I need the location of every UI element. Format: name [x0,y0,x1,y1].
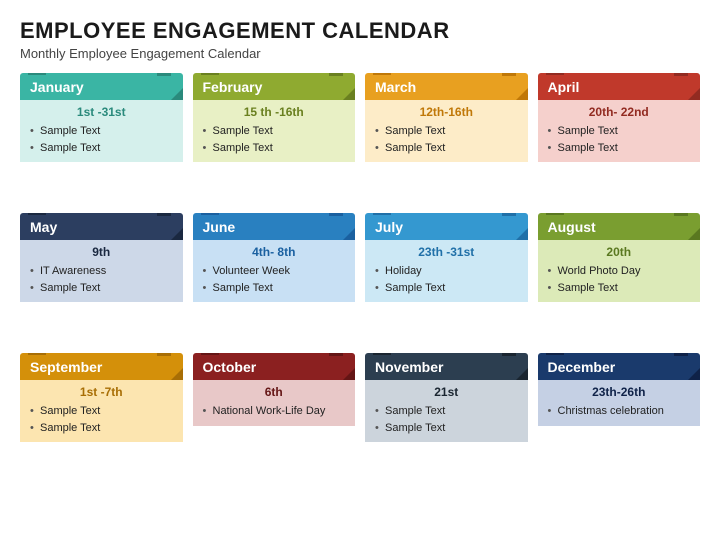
date-range-dec: 23th-26th [546,385,693,399]
month-name-jan: January [30,79,84,95]
list-item: Sample Text [373,280,520,297]
date-range-oct: 6th [201,385,348,399]
list-item: Sample Text [373,140,520,157]
list-item: Volunteer Week [201,263,348,280]
items-sep: Sample TextSample Text [28,403,175,436]
items-apr: Sample TextSample Text [546,123,693,156]
list-item: Christmas celebration [546,403,693,420]
list-item: National Work-Life Day [201,403,348,420]
list-item: Sample Text [201,140,348,157]
date-range-jul: 23th -31st [373,245,520,259]
list-item: Sample Text [373,123,520,140]
list-item: Sample Text [546,123,693,140]
date-range-feb: 15 th -16th [201,105,348,119]
list-item: Sample Text [28,140,175,157]
items-aug: World Photo DaySample Text [546,263,693,296]
card-feb: February 15 th -16th Sample TextSample T… [193,73,356,203]
list-item: Sample Text [373,420,520,437]
card-sep: September 1st -7th Sample TextSample Tex… [20,353,183,483]
card-mar: March 12th-16th Sample TextSample Text [365,73,528,203]
list-item: Sample Text [373,403,520,420]
month-name-aug: August [548,219,596,235]
card-apr: April 20th- 22nd Sample TextSample Text [538,73,701,203]
card-oct: October 6th National Work-Life Day [193,353,356,483]
card-nov: November 21st Sample TextSample Text [365,353,528,483]
date-range-nov: 21st [373,385,520,399]
list-item: Sample Text [28,403,175,420]
month-name-mar: March [375,79,416,95]
list-item: Sample Text [546,140,693,157]
card-jan: January 1st -31st Sample TextSample Text [20,73,183,203]
items-jan: Sample TextSample Text [28,123,175,156]
items-jul: HolidaySample Text [373,263,520,296]
date-range-mar: 12th-16th [373,105,520,119]
list-item: World Photo Day [546,263,693,280]
list-item: Sample Text [28,280,175,297]
items-mar: Sample TextSample Text [373,123,520,156]
date-range-apr: 20th- 22nd [546,105,693,119]
items-dec: Christmas celebration [546,403,693,420]
date-range-sep: 1st -7th [28,385,175,399]
month-name-jul: July [375,219,403,235]
date-range-may: 9th [28,245,175,259]
card-aug: August 20th World Photo DaySample Text [538,213,701,343]
items-may: IT AwarenessSample Text [28,263,175,296]
month-name-sep: September [30,359,102,375]
list-item: Holiday [373,263,520,280]
month-name-apr: April [548,79,580,95]
list-item: Sample Text [201,280,348,297]
page-title: EMPLOYEE ENGAGEMENT CALENDAR [20,18,700,44]
list-item: Sample Text [546,280,693,297]
calendar-grid: January 1st -31st Sample TextSample Text [20,73,700,483]
month-name-oct: October [203,359,257,375]
date-range-jun: 4th- 8th [201,245,348,259]
list-item: Sample Text [28,123,175,140]
card-may: May 9th IT AwarenessSample Text [20,213,183,343]
date-range-jan: 1st -31st [28,105,175,119]
month-name-dec: December [548,359,616,375]
list-item: Sample Text [201,123,348,140]
items-oct: National Work-Life Day [201,403,348,420]
card-jun: June 4th- 8th Volunteer WeekSample Text [193,213,356,343]
list-item: IT Awareness [28,263,175,280]
items-nov: Sample TextSample Text [373,403,520,436]
items-jun: Volunteer WeekSample Text [201,263,348,296]
card-dec: December 23th-26th Christmas celebration [538,353,701,483]
month-name-may: May [30,219,57,235]
items-feb: Sample TextSample Text [201,123,348,156]
month-name-jun: June [203,219,236,235]
date-range-aug: 20th [546,245,693,259]
list-item: Sample Text [28,420,175,437]
page-subtitle: Monthly Employee Engagement Calendar [20,46,700,61]
month-name-nov: November [375,359,443,375]
month-name-feb: February [203,79,263,95]
card-jul: July 23th -31st HolidaySample Text [365,213,528,343]
